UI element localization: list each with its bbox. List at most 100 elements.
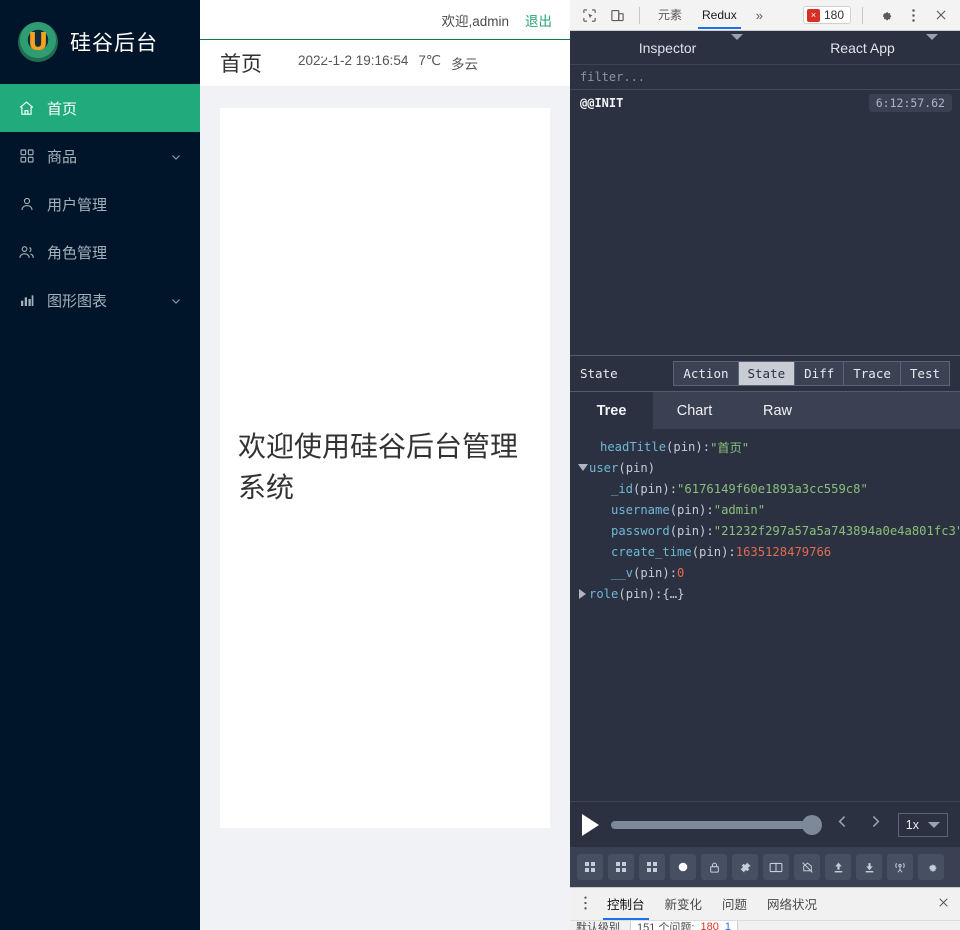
pin-icon[interactable] bbox=[732, 854, 758, 880]
sidebar-item-charts[interactable]: 图形图表 bbox=[0, 276, 200, 324]
issues-pill[interactable]: 151 个问题: 180 1 bbox=[630, 921, 738, 930]
chevron-right-icon[interactable] bbox=[865, 812, 886, 837]
tab-redux[interactable]: Redux bbox=[695, 2, 744, 29]
sidebar-item-product[interactable]: 商品 bbox=[0, 132, 200, 180]
more-tabs-icon[interactable]: » bbox=[750, 8, 769, 23]
drawer-tab-issues[interactable]: 问题 bbox=[714, 888, 755, 920]
panel-icon[interactable] bbox=[763, 854, 789, 880]
u-circle-logo-icon: U bbox=[18, 22, 58, 62]
console-status-strip: 默认级别 151 个问题: 180 1 bbox=[570, 920, 960, 930]
upload-icon[interactable] bbox=[825, 854, 851, 880]
state-tree-row[interactable]: create_time (pin): 1635128479766 bbox=[576, 541, 950, 562]
devtools-drawer-tabs: 控制台 新变化 问题 网络状况 bbox=[570, 887, 960, 920]
logout-button[interactable]: 退出 bbox=[525, 10, 552, 30]
playback-speed-select[interactable]: 1x bbox=[897, 812, 948, 837]
state-tree-row[interactable]: username (pin): "admin" bbox=[576, 499, 950, 520]
chevron-down-icon bbox=[731, 33, 743, 56]
state-tree-row[interactable]: user (pin) bbox=[576, 457, 950, 478]
error-badge-icon: × bbox=[806, 8, 820, 22]
state-pin-label: (pin): bbox=[669, 502, 714, 517]
segment-action[interactable]: Action bbox=[673, 361, 738, 386]
state-tree-row[interactable]: role (pin): {…} bbox=[576, 583, 950, 604]
playback-speed-value: 1x bbox=[905, 817, 919, 832]
triangle-down-icon[interactable] bbox=[576, 464, 589, 471]
console-status-inner: 默认级别 151 个问题: 180 1 bbox=[570, 921, 960, 930]
chevron-down-icon bbox=[928, 821, 940, 828]
tab-elements[interactable]: 元素 bbox=[651, 0, 689, 30]
weather-text: 多云 bbox=[451, 57, 479, 72]
tab-raw[interactable]: Raw bbox=[736, 392, 819, 429]
device-toolbar-icon[interactable] bbox=[606, 5, 628, 26]
chevron-left-icon[interactable] bbox=[832, 812, 853, 837]
state-view-tabs: Tree Chart Raw bbox=[570, 392, 960, 429]
console-level-label[interactable]: 默认级别 bbox=[576, 921, 620, 930]
devtools-toolbar: 元素 Redux » × 180 bbox=[570, 0, 960, 31]
action-name: @@INIT bbox=[580, 96, 624, 110]
sidebar-item-home[interactable]: 首页 bbox=[0, 84, 200, 132]
time-travel-player: 1x bbox=[570, 801, 960, 847]
remote-icon[interactable] bbox=[887, 854, 913, 880]
action-list-item[interactable]: @@INIT 6:12:57.62 bbox=[570, 90, 960, 116]
close-icon[interactable] bbox=[930, 5, 952, 26]
welcome-title: 欢迎使用硅谷后台管理系统 bbox=[238, 431, 519, 503]
devtools-select-row: Inspector React App bbox=[570, 31, 960, 65]
top-bar: 欢迎,admin 退出 bbox=[200, 0, 570, 40]
gear-icon[interactable] bbox=[874, 5, 896, 26]
error-count-badge[interactable]: × 180 bbox=[802, 6, 851, 24]
content-column: 欢迎,admin 退出 首页 2022-1-2 19:16:54 7℃ 多云 欢… bbox=[200, 0, 570, 930]
grid-small-icon-2[interactable] bbox=[608, 854, 634, 880]
web-application: U 硅谷后台 首页 商品 用户管理 角色管理 图形图表 欢迎,admin 退出 … bbox=[0, 0, 570, 930]
filter-input[interactable]: filter... bbox=[570, 65, 960, 90]
time-slider[interactable] bbox=[611, 814, 822, 835]
drawer-close-icon[interactable] bbox=[937, 896, 954, 912]
time-slider-knob[interactable] bbox=[801, 814, 822, 835]
sidebar-item-user-management[interactable]: 用户管理 bbox=[0, 180, 200, 228]
state-value: "6176149f60e1893a3cc559c8" bbox=[677, 481, 868, 496]
issues-warning-count: 1 bbox=[724, 921, 731, 930]
state-pin-label: (pin): bbox=[618, 586, 663, 601]
instance-select[interactable]: React App bbox=[765, 31, 960, 64]
state-tree-row[interactable]: password (pin): "21232f297a57a5a743894a0… bbox=[576, 520, 960, 541]
tab-chart[interactable]: Chart bbox=[653, 392, 736, 429]
devtools-panel: 元素 Redux » × 180 Inspector React App fil… bbox=[570, 0, 960, 930]
grid-small-icon-3[interactable] bbox=[639, 854, 665, 880]
tab-tree[interactable]: Tree bbox=[570, 392, 653, 429]
state-tree-row[interactable]: __v (pin): 0 bbox=[576, 562, 950, 583]
user-icon bbox=[18, 196, 35, 213]
segment-test[interactable]: Test bbox=[899, 361, 950, 386]
segment-diff[interactable]: Diff bbox=[794, 361, 844, 386]
brand-logo[interactable]: U 硅谷后台 bbox=[0, 0, 200, 84]
action-list: @@INIT 6:12:57.62 bbox=[570, 90, 960, 355]
devtools-bottom-tray bbox=[570, 847, 960, 887]
sidebar: U 硅谷后台 首页 商品 用户管理 角色管理 图形图表 bbox=[0, 0, 200, 930]
drawer-tab-console[interactable]: 控制台 bbox=[599, 888, 653, 920]
monitor-select[interactable]: Inspector bbox=[570, 31, 765, 64]
chevron-down-icon[interactable] bbox=[170, 150, 182, 162]
sidebar-item-label: 首页 bbox=[47, 100, 78, 118]
sidebar-item-role-management[interactable]: 角色管理 bbox=[0, 228, 200, 276]
drawer-tab-changes[interactable]: 新变化 bbox=[657, 888, 711, 920]
triangle-right-icon[interactable] bbox=[576, 588, 589, 599]
chevron-down-icon[interactable] bbox=[170, 294, 182, 306]
drawer-kebab-icon[interactable] bbox=[576, 895, 595, 914]
record-icon[interactable] bbox=[670, 854, 696, 880]
no-dispatch-icon[interactable] bbox=[794, 854, 820, 880]
state-key: role bbox=[589, 586, 619, 601]
segment-trace[interactable]: Trace bbox=[843, 361, 900, 386]
kebab-menu-icon[interactable] bbox=[902, 5, 924, 26]
filter-placeholder: filter... bbox=[580, 70, 646, 84]
play-icon[interactable] bbox=[582, 813, 599, 836]
monitor-select-label: Inspector bbox=[638, 39, 697, 56]
sidebar-item-label: 用户管理 bbox=[47, 196, 108, 214]
inspect-element-icon[interactable] bbox=[578, 5, 600, 26]
state-tree-row[interactable]: headTitle (pin): "首页" bbox=[576, 436, 950, 457]
state-tree-row[interactable]: _id (pin): "6176149f60e1893a3cc559c8" bbox=[576, 478, 950, 499]
state-value: 1635128479766 bbox=[735, 544, 832, 559]
download-icon[interactable] bbox=[856, 854, 882, 880]
grid-small-icon-1[interactable] bbox=[577, 854, 603, 880]
page-body: 欢迎使用硅谷后台管理系统 推荐使用谷歌浏览器,可以获得更佳页面操作体验 bbox=[200, 86, 570, 930]
settings-gear-icon[interactable] bbox=[918, 854, 944, 880]
segment-state[interactable]: State bbox=[737, 361, 795, 386]
lock-icon[interactable] bbox=[701, 854, 727, 880]
drawer-tab-network[interactable]: 网络状况 bbox=[759, 888, 825, 920]
